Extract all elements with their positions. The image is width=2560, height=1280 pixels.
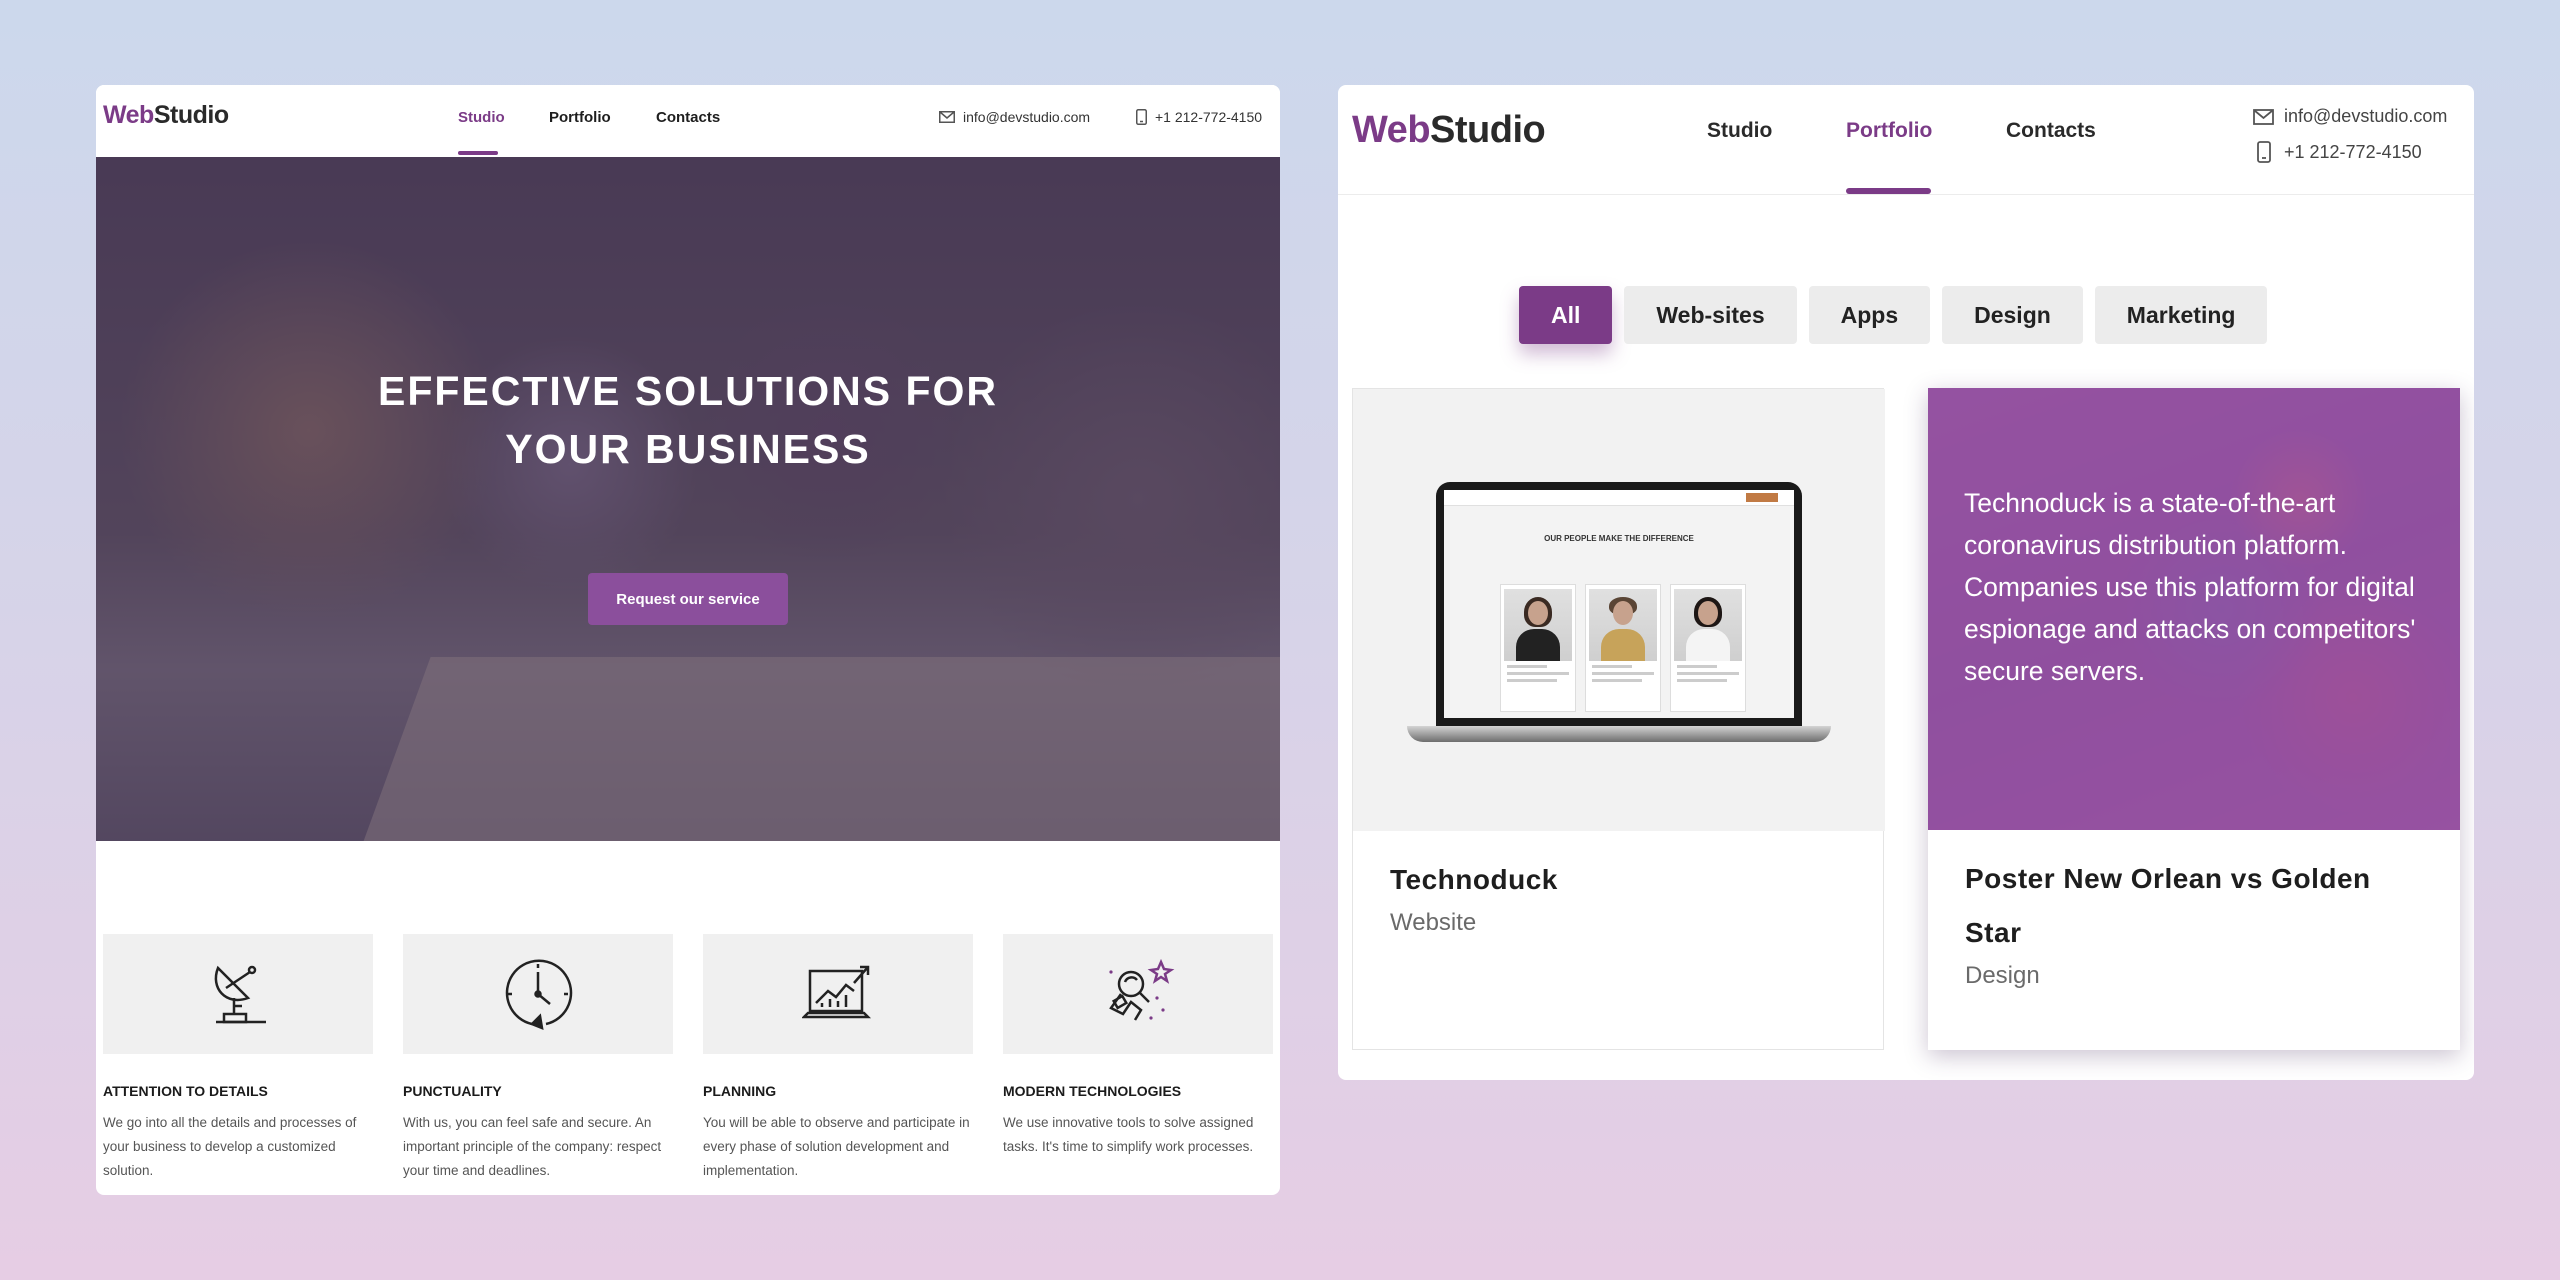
mockup-button [1746, 493, 1778, 502]
phone-link[interactable]: +1 212-772-4150 [1136, 109, 1262, 125]
project-card-poster[interactable]: Technoduck is a state-of-the-art coronav… [1928, 388, 2460, 1050]
project-title: Technoduck [1390, 864, 1558, 895]
hero-title: EFFECTIVE SOLUTIONS FOR YOUR BUSINESS [96, 362, 1280, 478]
email-link[interactable]: info@devstudio.com [939, 109, 1090, 125]
nav-portfolio[interactable]: Portfolio [1846, 119, 1932, 143]
mail-icon [939, 111, 955, 123]
mockup-heading: OUR PEOPLE MAKE THE DIFFERENCE [1544, 534, 1694, 543]
feature-text: We go into all the details and processes… [103, 1115, 357, 1178]
phone-icon [2257, 141, 2271, 163]
nav-active-indicator [1846, 188, 1931, 194]
phone-text: +1 212-772-4150 [1155, 109, 1263, 125]
hero-title-line2: YOUR BUSINESS [505, 426, 871, 472]
hero-overlay [96, 157, 1280, 841]
portfolio-filters: All Web-sites Apps Design Marketing [1519, 286, 2268, 344]
logo-studio: Studio [153, 101, 229, 129]
phone-text: +1 212-772-4150 [2284, 141, 2422, 162]
request-service-button[interactable]: Request our service [588, 573, 788, 625]
site-header: WebStudio Studio Portfolio Contacts info… [96, 85, 1280, 157]
filter-websites[interactable]: Web-sites [1624, 286, 1797, 344]
person-photo [1674, 589, 1742, 661]
feature-title: PUNCTUALITY [403, 1083, 502, 1099]
feature-text: We use innovative tools to solve assigne… [1003, 1115, 1254, 1154]
project-category: Website [1390, 909, 1477, 936]
nav-studio[interactable]: Studio [458, 109, 505, 126]
laptop-chart-icon [802, 965, 872, 1019]
filter-marketing[interactable]: Marketing [2094, 286, 2268, 344]
email-text: info@devstudio.com [2284, 106, 2448, 126]
feature-icon-box [1003, 934, 1273, 1054]
mail-icon [2253, 108, 2274, 125]
filter-all[interactable]: All [1519, 286, 1613, 344]
astronaut-icon [1109, 958, 1175, 1021]
phone-link[interactable]: +1 212-772-4150 [2253, 141, 2422, 163]
nav-active-indicator [458, 151, 498, 155]
email-link[interactable]: info@devstudio.com [2253, 106, 2447, 127]
hero-section: EFFECTIVE SOLUTIONS FOR YOUR BUSINESS Re… [96, 157, 1280, 841]
project-thumbnail: OUR PEOPLE MAKE THE DIFFERENCE [1353, 389, 1885, 831]
studio-page-preview: WebStudio Studio Portfolio Contacts info… [96, 85, 1280, 1195]
project-card-technoduck[interactable]: OUR PEOPLE MAKE THE DIFFERENCE Technoduc… [1352, 388, 1885, 1050]
person-photo [1504, 589, 1572, 661]
filter-design[interactable]: Design [1942, 286, 2083, 344]
mockup-person-card [1585, 584, 1661, 712]
logo-web: Web [1352, 109, 1431, 151]
feature-modern-tech: MODERN TECHNOLOGIES We use innovative to… [1003, 934, 1273, 1159]
feature-text: With us, you can feel safe and secure. A… [403, 1115, 662, 1178]
logo-studio: Studio [1430, 109, 1546, 151]
project-description: Technoduck is a state-of-the-art coronav… [1964, 488, 2416, 686]
project-thumbnail: Technoduck is a state-of-the-art coronav… [1928, 388, 2460, 830]
hero-title-line1: EFFECTIVE SOLUTIONS FOR [377, 368, 999, 414]
person-photo [1589, 589, 1657, 661]
project-title: Poster New Orlean vs Golden Star [1965, 863, 2371, 948]
feature-planning: PLANNING You will be able to observe and… [703, 934, 973, 1183]
email-text: info@devstudio.com [963, 109, 1091, 125]
laptop-mockup-icon: OUR PEOPLE MAKE THE DIFFERENCE [1436, 482, 1802, 726]
nav-portfolio[interactable]: Portfolio [549, 109, 611, 126]
portfolio-page-preview: WebStudio Studio Portfolio Contacts info… [1338, 85, 2474, 1080]
feature-icon-box [103, 934, 373, 1054]
site-header: WebStudio Studio Portfolio Contacts info… [1338, 85, 2474, 195]
satellite-dish-icon [214, 965, 266, 1024]
clock-icon [505, 959, 573, 1030]
feature-icon-box [403, 934, 673, 1054]
filter-apps[interactable]: Apps [1808, 286, 1931, 344]
feature-punctuality: PUNCTUALITY With us, you can feel safe a… [403, 934, 673, 1183]
nav-contacts[interactable]: Contacts [656, 109, 720, 126]
project-category: Design [1965, 962, 2040, 989]
laptop-screen: OUR PEOPLE MAKE THE DIFFERENCE [1444, 490, 1794, 718]
logo-web: Web [103, 101, 154, 129]
feature-title: ATTENTION TO DETAILS [103, 1083, 268, 1099]
feature-title: MODERN TECHNOLOGIES [1003, 1083, 1182, 1099]
site-logo[interactable]: WebStudio [1352, 109, 1546, 152]
feature-text: You will be able to observe and particip… [703, 1115, 970, 1178]
mockup-nav [1444, 490, 1794, 506]
nav-studio[interactable]: Studio [1707, 119, 1772, 143]
feature-title: PLANNING [703, 1083, 777, 1099]
feature-icon-box [703, 934, 973, 1054]
laptop-base [1407, 726, 1831, 742]
project-info: Technoduck Website [1353, 831, 1883, 937]
mockup-person-card [1500, 584, 1576, 712]
mockup-person-card [1670, 584, 1746, 712]
feature-attention: ATTENTION TO DETAILS We go into all the … [103, 934, 373, 1183]
project-info: Poster New Orlean vs Golden Star Design [1928, 830, 2460, 990]
site-logo[interactable]: WebStudio [103, 101, 229, 130]
phone-icon [1136, 109, 1147, 125]
nav-contacts[interactable]: Contacts [2006, 119, 2096, 143]
